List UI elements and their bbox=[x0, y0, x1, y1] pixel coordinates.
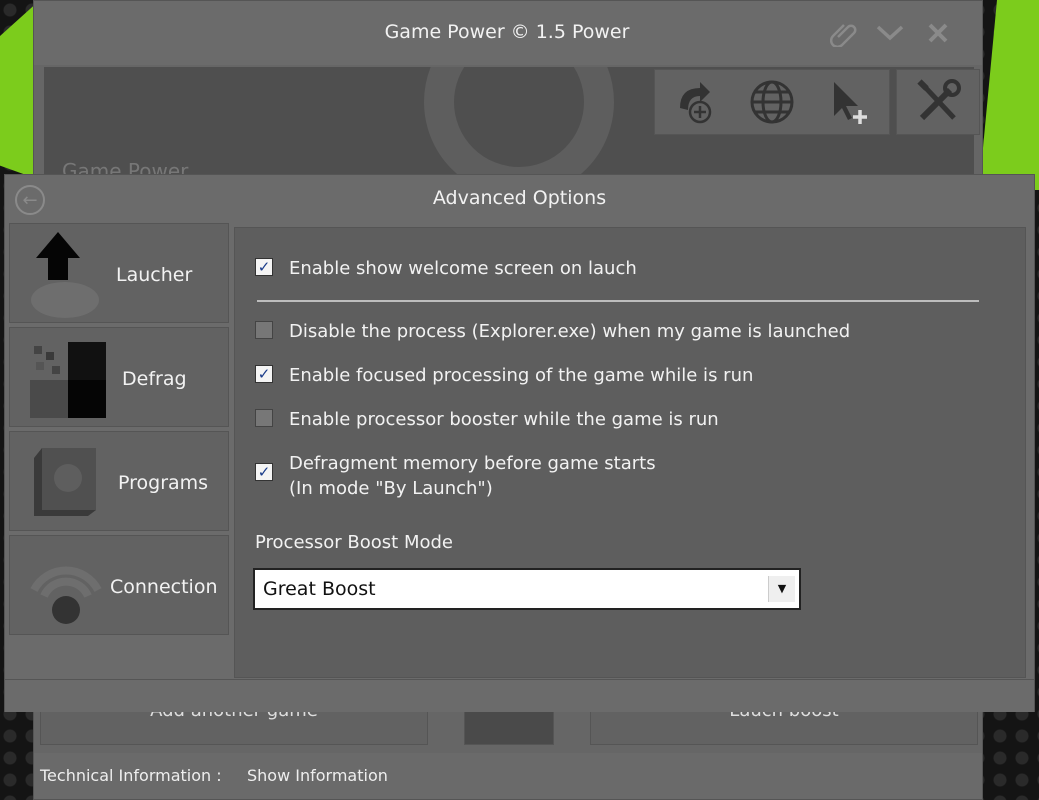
focused-processing-checkbox[interactable]: ✓ bbox=[255, 365, 273, 383]
tools-icon[interactable] bbox=[910, 74, 966, 130]
wifi-icon bbox=[30, 566, 102, 624]
sidebar-label-connection: Connection bbox=[110, 576, 218, 598]
option-focused-processing[interactable]: ✓ Enable focused processing of the game … bbox=[255, 363, 753, 388]
sidebar-item-launcher[interactable]: Laucher bbox=[9, 223, 229, 323]
defrag-blocks-icon bbox=[30, 342, 106, 418]
close-icon[interactable] bbox=[920, 15, 956, 51]
show-information-link[interactable]: Show Information bbox=[247, 766, 388, 785]
sidebar-label-defrag: Defrag bbox=[122, 368, 187, 390]
option-processor-booster[interactable]: Enable processor booster while the game … bbox=[255, 407, 719, 432]
toolbar bbox=[654, 69, 890, 135]
disable-explorer-label: Disable the process (Explorer.exe) when … bbox=[289, 321, 851, 342]
divider bbox=[257, 300, 979, 302]
title-bar[interactable]: Game Power © 1.5 Power bbox=[34, 1, 982, 65]
boost-mode-value: Great Boost bbox=[263, 578, 376, 600]
option-defragment-memory[interactable]: ✓ Defragment memory before game starts (… bbox=[255, 451, 656, 501]
attach-icon[interactable] bbox=[826, 15, 862, 51]
option-welcome-screen[interactable]: ✓ Enable show welcome screen on lauch bbox=[255, 256, 637, 281]
disable-explorer-checkbox[interactable] bbox=[255, 321, 273, 339]
sidebar-label-programs: Programs bbox=[118, 472, 209, 494]
processor-booster-label: Enable processor booster while the game … bbox=[289, 409, 719, 430]
cursor-add-icon[interactable] bbox=[822, 74, 878, 130]
gear-icon bbox=[424, 67, 614, 177]
status-bar: Technical Information : Show Information bbox=[34, 753, 982, 799]
sidebar-item-connection[interactable]: Connection bbox=[9, 535, 229, 635]
sidebar-label-launcher: Laucher bbox=[116, 264, 193, 286]
advanced-options-dialog: ← Advanced Options Laucher Defrag Progra… bbox=[4, 174, 1035, 712]
launcher-arrow-icon bbox=[31, 232, 99, 318]
boost-mode-label: Processor Boost Mode bbox=[255, 532, 453, 553]
programs-box-icon bbox=[34, 448, 96, 516]
chevron-down-icon[interactable]: ▼ bbox=[768, 576, 795, 602]
options-sidebar: Laucher Defrag Programs Connection bbox=[9, 223, 229, 677]
processor-booster-checkbox[interactable] bbox=[255, 409, 273, 427]
technical-info-label: Technical Information : bbox=[40, 766, 222, 785]
toolbar-settings bbox=[896, 69, 980, 135]
boost-mode-select[interactable]: Great Boost ▼ bbox=[253, 568, 801, 610]
refresh-add-icon[interactable] bbox=[666, 74, 722, 130]
globe-icon[interactable] bbox=[744, 74, 800, 130]
defragment-memory-checkbox[interactable]: ✓ bbox=[255, 463, 273, 481]
options-panel: ✓ Enable show welcome screen on lauch Di… bbox=[234, 227, 1026, 678]
minimize-icon[interactable] bbox=[872, 15, 908, 51]
option-disable-explorer[interactable]: Disable the process (Explorer.exe) when … bbox=[255, 319, 850, 344]
dialog-title: Advanced Options bbox=[432, 187, 607, 209]
defragment-memory-label: Defragment memory before game starts bbox=[289, 453, 656, 474]
welcome-screen-label: Enable show welcome screen on lauch bbox=[289, 258, 637, 279]
focused-processing-label: Enable focused processing of the game wh… bbox=[289, 365, 754, 386]
welcome-screen-checkbox[interactable]: ✓ bbox=[255, 258, 273, 276]
dialog-footer bbox=[5, 679, 1034, 712]
sidebar-item-programs[interactable]: Programs bbox=[9, 431, 229, 531]
sidebar-item-defrag[interactable]: Defrag bbox=[9, 327, 229, 427]
defragment-memory-sublabel: (In mode "By Launch") bbox=[289, 478, 493, 499]
